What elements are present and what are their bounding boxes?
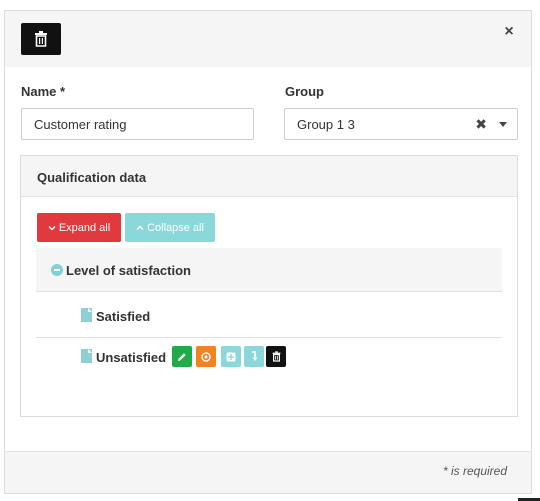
delete-item-button[interactable] bbox=[266, 346, 286, 367]
clear-selection-icon[interactable]: ✖ bbox=[475, 116, 487, 133]
close-button[interactable]: × bbox=[501, 23, 517, 41]
trash-icon bbox=[272, 351, 280, 362]
modal-header: × bbox=[5, 11, 531, 67]
group-select[interactable]: Group 1 3 ✖ bbox=[284, 108, 518, 140]
name-label: Name * bbox=[21, 84, 66, 99]
file-icon bbox=[81, 349, 92, 363]
name-input[interactable] bbox=[21, 108, 254, 140]
expand-all-label: Expand all bbox=[58, 221, 111, 234]
group-label: Group bbox=[285, 84, 324, 99]
required-note: * is required bbox=[442, 464, 507, 478]
tree-node-level-of-satisfaction[interactable]: Level of satisfaction bbox=[36, 248, 502, 292]
modal-footer: * is required bbox=[5, 451, 531, 493]
tree-item-unsatisfied[interactable]: Unsatisfied bbox=[36, 338, 502, 383]
chevron-down-icon[interactable] bbox=[499, 122, 507, 127]
move-icon bbox=[252, 351, 258, 361]
tree-item-label: Unsatisfied bbox=[96, 350, 167, 365]
chevron-up-icon bbox=[136, 224, 144, 230]
tree-node-label: Level of satisfaction bbox=[66, 263, 191, 278]
chevron-down-icon bbox=[48, 225, 56, 231]
collapse-all-label: Collapse all bbox=[147, 221, 204, 234]
minus-circle-icon[interactable] bbox=[51, 264, 63, 276]
file-icon bbox=[81, 308, 92, 322]
tree-item-satisfied[interactable]: Satisfied bbox=[36, 293, 502, 338]
qualification-panel: Qualification data Expand all Collapse a… bbox=[20, 155, 518, 417]
move-button[interactable] bbox=[244, 346, 264, 367]
group-select-value: Group 1 3 bbox=[297, 117, 355, 132]
tree-item-label: Satisfied bbox=[96, 309, 151, 324]
target-button[interactable] bbox=[196, 346, 216, 367]
modal-dialog: × Name * Group Group 1 3 ✖ Qualification… bbox=[4, 10, 532, 494]
delete-button[interactable] bbox=[21, 23, 61, 55]
close-icon: × bbox=[504, 23, 514, 40]
collapse-all-button[interactable]: Collapse all bbox=[125, 213, 215, 242]
plus-icon bbox=[226, 352, 236, 361]
trash-icon bbox=[35, 31, 47, 47]
pencil-icon bbox=[178, 352, 186, 361]
edit-button[interactable] bbox=[172, 346, 192, 367]
expand-all-button[interactable]: Expand all bbox=[37, 213, 121, 242]
target-icon bbox=[201, 351, 211, 362]
add-child-button[interactable] bbox=[221, 346, 241, 367]
panel-title: Qualification data bbox=[21, 156, 517, 197]
